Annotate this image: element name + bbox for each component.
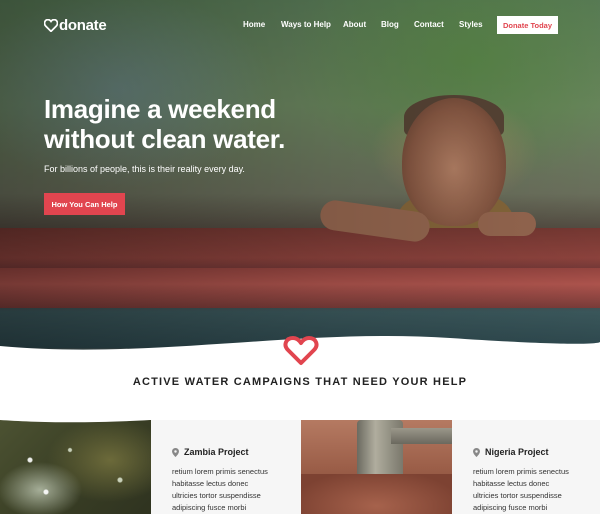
logo-text: donate: [59, 17, 107, 34]
description-line: habitasse lectus donec: [172, 479, 249, 488]
nigeria-project-description: retium lorem primis senectus habitasse l…: [473, 466, 593, 514]
nigeria-project-card[interactable]: Nigeria Project retium lorem primis sene…: [452, 420, 600, 514]
description-line: ultricies tortor suspendisse: [473, 491, 562, 500]
hero-title-line-1: Imagine a weekend: [44, 94, 276, 124]
zambia-project-card[interactable]: Zambia Project retium lorem primis senec…: [151, 420, 301, 514]
hero-title: Imagine a weekend without clean water.: [44, 94, 344, 154]
nigeria-project-image[interactable]: [301, 420, 452, 514]
image-hands: [301, 474, 452, 514]
top-navigation: donate Home Ways to Help About Blog Cont…: [0, 0, 600, 50]
map-pin-icon: [172, 447, 179, 457]
heart-outline-icon: [283, 336, 319, 365]
description-line: habitasse lectus donec: [473, 479, 550, 488]
description-line: ultricies tortor suspendisse: [172, 491, 261, 500]
hero-overlay: [0, 0, 600, 352]
zambia-project-image[interactable]: [0, 420, 151, 514]
heart-icon: [44, 19, 58, 32]
zambia-project-description: retium lorem primis senectus habitasse l…: [172, 466, 292, 514]
zambia-project-title[interactable]: Zambia Project: [172, 447, 249, 457]
section-title: ACTIVE WATER CAMPAIGNS THAT NEED YOUR HE…: [132, 376, 468, 388]
how-you-can-help-button[interactable]: How You Can Help: [44, 193, 125, 215]
nav-item-styles[interactable]: Styles: [459, 20, 483, 29]
nav-item-contact[interactable]: Contact: [414, 20, 444, 29]
nav-item-home[interactable]: Home: [243, 20, 265, 29]
project-title-text: Nigeria Project: [485, 447, 549, 457]
map-pin-icon: [473, 447, 480, 457]
nav-item-blog[interactable]: Blog: [381, 20, 399, 29]
description-line: retium lorem primis senectus: [473, 467, 569, 476]
donate-today-button[interactable]: Donate Today: [497, 16, 558, 34]
site-logo[interactable]: donate: [44, 17, 107, 34]
project-title-text: Zambia Project: [184, 447, 249, 457]
nigeria-project-title[interactable]: Nigeria Project: [473, 447, 549, 457]
hero-subtitle: For billions of people, this is their re…: [44, 164, 245, 174]
hero-title-line-2: without clean water.: [44, 124, 286, 154]
description-line: retium lorem primis senectus: [172, 467, 268, 476]
section-wave-divider: [0, 404, 600, 423]
hero-banner: [0, 0, 600, 352]
nav-item-about[interactable]: About: [343, 20, 366, 29]
nav-item-ways-to-help[interactable]: Ways to Help: [281, 20, 331, 29]
description-line: adipiscing fusce morbi: [172, 503, 247, 512]
image-pipe-arm: [391, 428, 452, 444]
description-line: adipiscing fusce morbi: [473, 503, 548, 512]
